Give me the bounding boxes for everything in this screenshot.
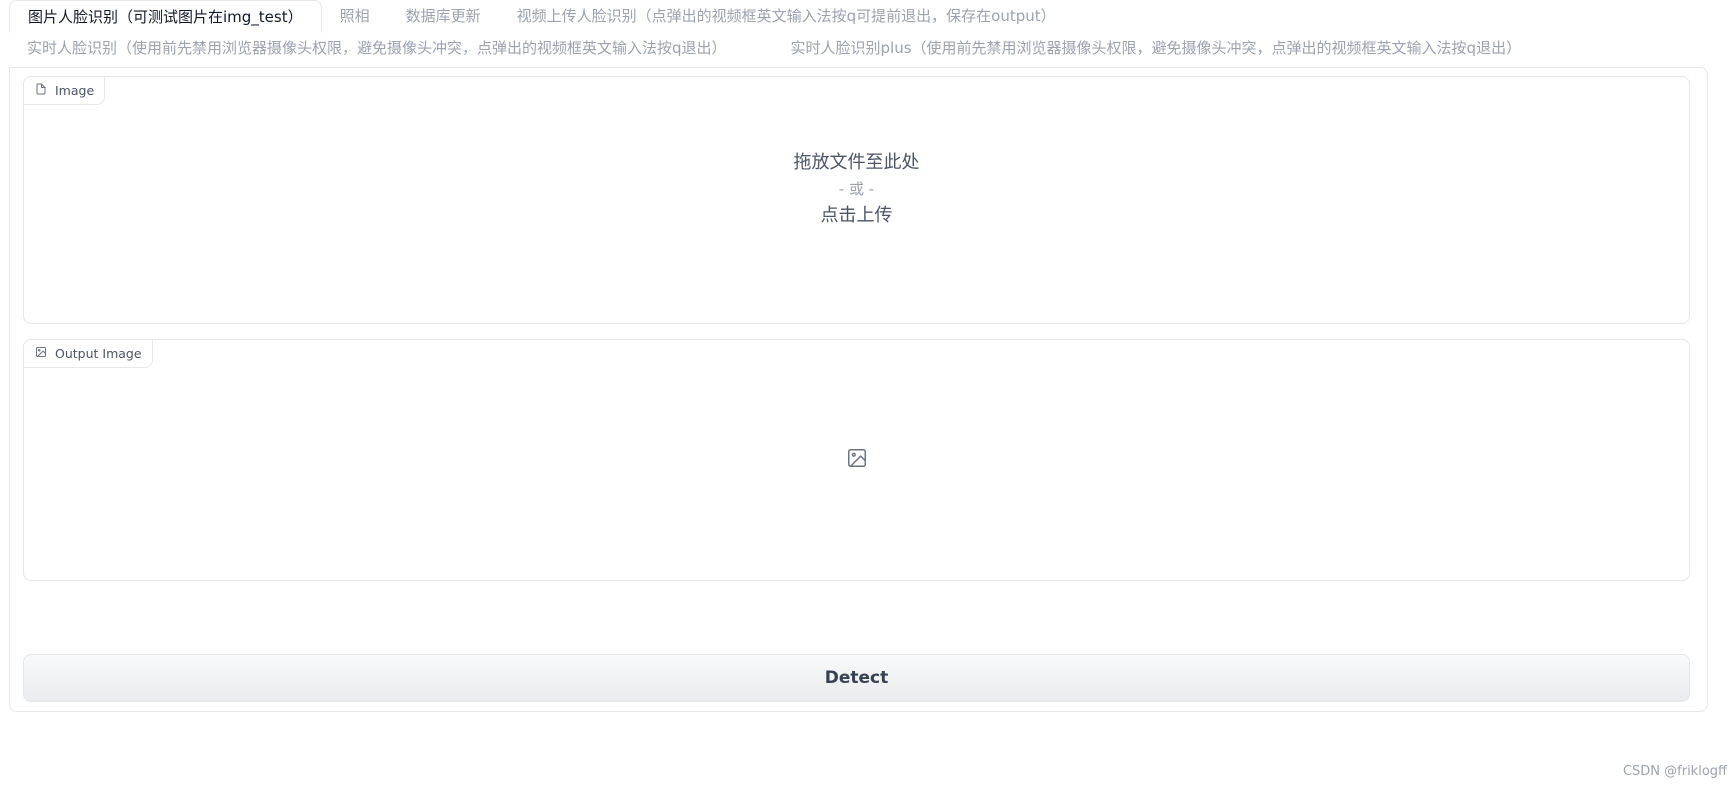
or-text: - 或 - — [838, 180, 875, 198]
tab-database-update[interactable]: 数据库更新 — [388, 0, 499, 32]
tab-realtime-recognition-plus[interactable]: 实时人脸识别plus（使用前先禁用浏览器摄像头权限，避免摄像头冲突，点弹出的视频… — [773, 32, 1540, 64]
click-upload-text: 点击上传 — [820, 205, 893, 226]
detect-button[interactable]: Detect — [23, 654, 1690, 702]
upload-dropzone[interactable]: 拖放文件至此处 - 或 - 点击上传 — [24, 105, 1689, 323]
image-input-label: Image — [23, 76, 106, 105]
tab-bar-row-2: 实时人脸识别（使用前先禁用浏览器摄像头权限，避免摄像头冲突，点弹出的视频框英文输… — [9, 32, 1721, 64]
image-placeholder-icon — [846, 447, 868, 473]
image-input-label-text: Image — [55, 83, 95, 98]
watermark: CSDN @friklogff — [1622, 764, 1727, 779]
tab-photo[interactable]: 照相 — [322, 0, 388, 32]
drop-text: 拖放文件至此处 — [793, 152, 920, 173]
output-image-block: Output Image — [23, 339, 1690, 581]
image-input-block: Image 拖放文件至此处 - 或 - 点击上传 — [23, 76, 1690, 324]
tab-panel: Image 拖放文件至此处 - 或 - 点击上传 Output Image De… — [9, 67, 1708, 712]
tab-realtime-recognition[interactable]: 实时人脸识别（使用前先禁用浏览器摄像头权限，避免摄像头冲突，点弹出的视频框英文输… — [9, 32, 745, 64]
file-icon — [35, 83, 47, 98]
output-image-area — [24, 340, 1689, 580]
tab-bar: 图片人脸识别（可测试图片在img_test） 照相 数据库更新 视频上传人脸识别… — [9, 0, 1721, 33]
tab-video-upload-recognition[interactable]: 视频上传人脸识别（点弹出的视频框英文输入法按q可提前退出，保存在output） — [499, 0, 1074, 32]
tab-image-face-recognition[interactable]: 图片人脸识别（可测试图片在img_test） — [9, 0, 322, 33]
